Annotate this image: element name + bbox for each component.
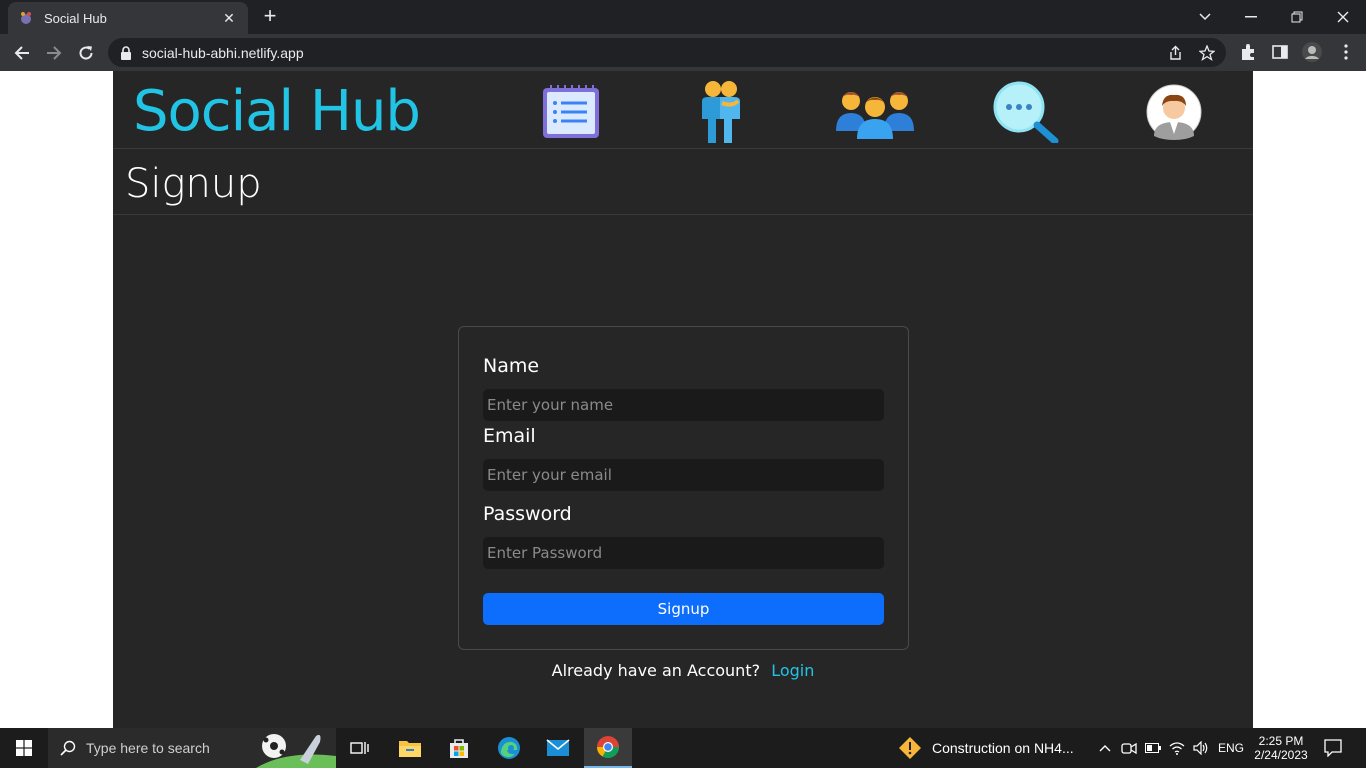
store-button[interactable] [435,728,483,768]
notification-center-button[interactable] [1318,728,1348,768]
chrome-button[interactable] [584,728,632,768]
restore-button[interactable] [1274,0,1320,34]
speaker-icon [1193,741,1208,755]
page-title: Signup [125,161,262,207]
page-header: Signup [113,149,1253,215]
network-button[interactable] [1166,728,1188,768]
taskbar: Type here to search Construction on NH4.… [0,728,1366,768]
mail-button[interactable] [534,728,582,768]
file-explorer-button[interactable] [386,728,434,768]
friends-icon[interactable] [688,79,754,145]
battery-icon [1145,743,1161,753]
app-navbar: Social Hub [113,71,1253,149]
side-panel-icon[interactable] [1270,42,1290,62]
email-label: Email [483,425,536,447]
name-label: Name [483,355,540,377]
group-icon[interactable] [833,79,917,145]
warning-icon [899,737,921,759]
chevron-up-icon [1099,745,1111,752]
brand-logo[interactable]: Social Hub [133,79,421,144]
language-indicator[interactable]: ENG [1214,728,1248,768]
edge-button[interactable] [485,728,533,768]
browser-tab[interactable]: Social Hub ✕ [8,2,248,34]
share-icon[interactable] [1166,44,1184,62]
email-input[interactable] [483,459,884,491]
mail-icon [546,739,570,756]
url-text: social-hub-abhi.netlify.app [142,44,304,61]
store-icon [450,739,468,758]
password-label: Password [483,503,572,525]
browser-toolbar: social-hub-abhi.netlify.app [0,34,1366,71]
tab-close-icon[interactable]: ✕ [220,10,238,27]
minimize-button[interactable] [1228,0,1274,34]
lock-icon [121,45,131,60]
chrome-icon [597,736,619,758]
address-bar[interactable]: social-hub-abhi.netlify.app [108,38,1226,67]
search-placeholder: Type here to search [86,740,210,756]
task-view-icon [350,742,369,754]
notepad-icon[interactable] [538,79,604,145]
clock-time: 2:25 PM [1258,734,1304,748]
login-prompt-text: Already have an Account? [551,661,761,680]
extensions-icon[interactable] [1238,42,1258,62]
search-chat-icon[interactable] [993,79,1059,145]
profile-avatar-icon[interactable] [1141,79,1207,145]
windows-logo-icon [16,740,32,756]
news-text: Construction on NH4... [932,740,1074,756]
search-icon [60,740,76,756]
menu-kebab-icon[interactable] [1336,42,1356,62]
tab-search-button[interactable] [1182,0,1228,34]
close-window-button[interactable] [1320,0,1366,34]
minimize-icon [1245,16,1257,18]
news-widget[interactable]: Construction on NH4... [898,728,1088,768]
reload-button[interactable] [72,39,100,67]
login-prompt: Already have an Account? Login [113,661,1253,680]
start-button[interactable] [0,728,48,768]
battery-button[interactable] [1142,728,1164,768]
profile-icon[interactable] [1302,42,1322,62]
back-arrow-icon [14,46,29,60]
password-input[interactable] [483,537,884,569]
back-button[interactable] [8,39,36,67]
bookmark-star-icon[interactable] [1198,44,1216,62]
new-tab-button[interactable]: + [258,5,282,29]
volume-button[interactable] [1190,728,1212,768]
tray-chevron[interactable] [1094,728,1116,768]
tab-title: Social Hub [44,10,107,26]
forward-arrow-icon [47,46,62,60]
wifi-icon [1169,742,1185,755]
task-view-button[interactable] [336,728,384,768]
clock[interactable]: 2:25 PM 2/24/2023 [1250,728,1312,768]
meet-now-button[interactable] [1118,728,1140,768]
name-input[interactable] [483,389,884,421]
app-container: Social Hub Signup Name Enter your name E… [113,71,1253,728]
camera-icon [1121,742,1137,755]
folder-icon [399,741,421,757]
notification-icon [1324,739,1342,757]
chevron-down-icon [1199,13,1211,21]
page-viewport: Social Hub Signup Name Enter your name E… [0,71,1366,728]
taskbar-search[interactable]: Type here to search [48,728,336,768]
login-link[interactable]: Login [771,661,814,680]
clock-date: 2/24/2023 [1254,748,1308,762]
forward-button[interactable] [40,39,68,67]
reload-icon [79,46,93,60]
soccer-highlight-icon [256,734,336,768]
close-icon [1337,11,1349,23]
browser-titlebar: Social Hub ✕ + [0,0,1366,34]
signup-form: Name Email Password Signup [458,326,909,650]
edge-icon [498,737,520,759]
favicon-icon [21,12,31,24]
restore-icon [1291,11,1303,23]
signup-button[interactable]: Signup [483,593,884,625]
